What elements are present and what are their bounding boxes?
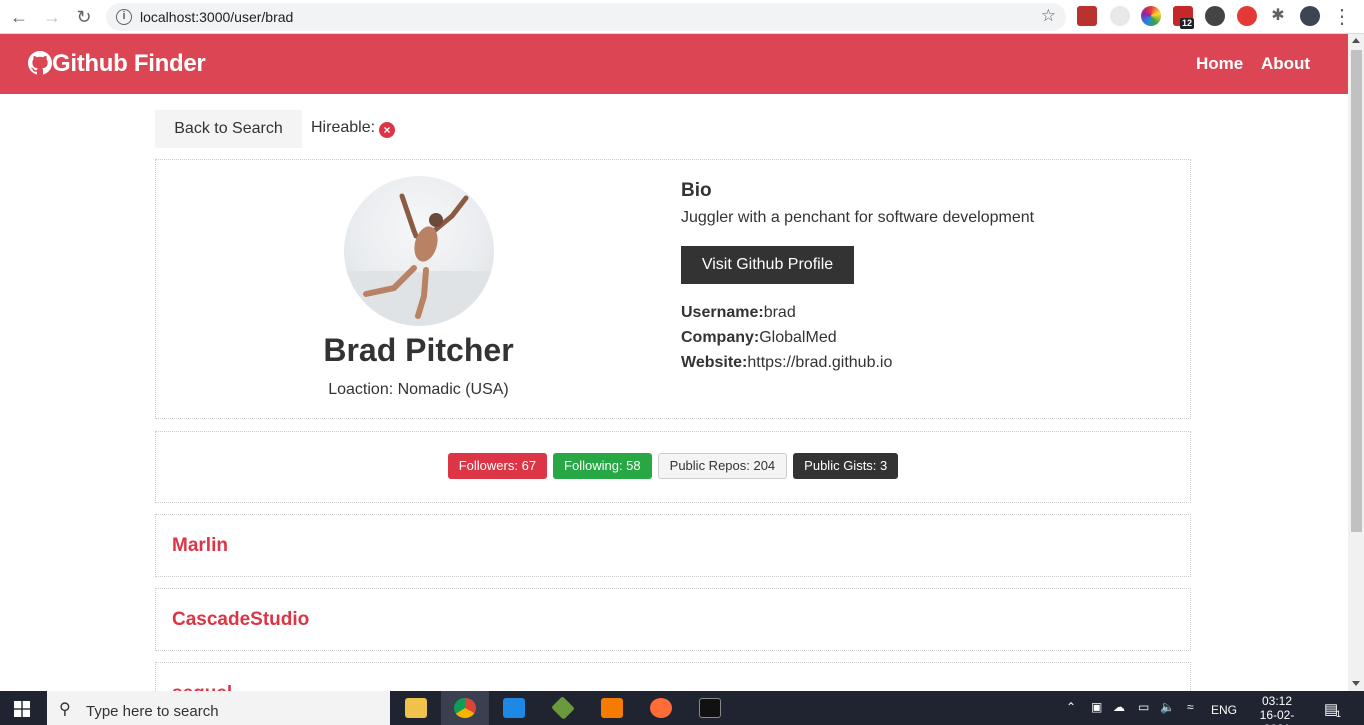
- username-label: Username:: [681, 304, 764, 321]
- windows-start-icon[interactable]: [14, 701, 30, 717]
- user-name: Brad Pitcher: [323, 332, 514, 368]
- taskbar-search-box[interactable]: ⚲ Type here to search: [47, 691, 390, 725]
- opera-extension-icon[interactable]: [1237, 6, 1257, 26]
- hireable-label: Hireable:: [311, 119, 376, 136]
- repo-card: CascadeStudio: [155, 588, 1191, 651]
- following-badge: Following: 58: [553, 453, 652, 479]
- public-gists-badge: Public Gists: 3: [793, 453, 899, 479]
- onedrive-cloud-icon[interactable]: ☁: [1113, 700, 1125, 714]
- reload-icon[interactable]: ↻: [72, 5, 96, 29]
- taskbar-clock[interactable]: 03:12 16-02-2021: [1247, 694, 1307, 725]
- nav-link-home[interactable]: Home: [1196, 54, 1243, 74]
- repo-card: Marlin: [155, 514, 1191, 577]
- company-label: Company:: [681, 329, 760, 346]
- chrome-app-icon[interactable]: [441, 691, 489, 725]
- website-row: Website:https://brad.github.io: [681, 354, 892, 372]
- scroll-down-arrow-icon[interactable]: [1352, 681, 1360, 686]
- device-icon[interactable]: ▣: [1091, 700, 1102, 714]
- more-menu-icon[interactable]: ⋮: [1330, 5, 1354, 29]
- wifi-icon[interactable]: ≈: [1187, 700, 1194, 714]
- visit-github-profile-button[interactable]: Visit Github Profile: [681, 246, 854, 284]
- terminal-app-icon[interactable]: [686, 691, 734, 725]
- scroll-up-arrow-icon[interactable]: [1352, 38, 1360, 43]
- profile-avatar[interactable]: [1300, 6, 1320, 26]
- company-row: Company:GlobalMed: [681, 329, 837, 347]
- bio-text: Juggler with a penchant for software dev…: [681, 209, 1035, 226]
- repo-link[interactable]: CascadeStudio: [172, 609, 309, 631]
- language-indicator[interactable]: ENG: [1211, 703, 1237, 717]
- clock-time: 03:12: [1261, 694, 1293, 708]
- xampp-app-icon[interactable]: [588, 691, 636, 725]
- vscode-app-icon[interactable]: [490, 691, 538, 725]
- username-value: brad: [763, 304, 796, 321]
- address-bar[interactable]: i localhost:3000/user/brad ☆: [106, 3, 1066, 31]
- bio-heading: Bio: [681, 180, 712, 201]
- repo-link[interactable]: Marlin: [172, 535, 228, 557]
- windows-taskbar: ⚲ Type here to search ⌃ ▣ ☁ ▭ 🔈 ≈ ENG 03…: [0, 691, 1364, 725]
- user-location: Loaction: Nomadic (USA): [328, 381, 509, 398]
- hireable-status: Hireable: ×: [311, 119, 396, 138]
- avatar: [344, 176, 494, 326]
- github-logo-icon: [28, 51, 52, 75]
- file-explorer-app-icon[interactable]: [392, 691, 440, 725]
- brand-title: Github Finder: [52, 50, 206, 77]
- info-icon[interactable]: i: [116, 9, 132, 25]
- username-row: Username:brad: [681, 304, 796, 322]
- notification-count: 1: [1336, 709, 1342, 719]
- clock-date: 16-02-2021: [1259, 708, 1295, 725]
- volume-icon[interactable]: 🔈: [1160, 700, 1175, 714]
- times-circle-icon: ×: [379, 122, 396, 138]
- nav-link-about[interactable]: About: [1261, 54, 1310, 74]
- followers-badge: Followers: 67: [447, 453, 548, 479]
- extension-icon[interactable]: [1110, 6, 1130, 26]
- postman-app-icon[interactable]: [637, 691, 685, 725]
- brand[interactable]: Github Finder: [28, 50, 206, 78]
- company-value: GlobalMed: [759, 329, 837, 346]
- stats-card: Followers: 67 Following: 58 Public Repos: …: [155, 431, 1191, 503]
- search-icon: ⚲: [59, 701, 71, 718]
- browser-toolbar: ← → ↻ i localhost:3000/user/brad ☆ 12 ✱ …: [0, 0, 1364, 34]
- show-hidden-icons-icon[interactable]: ⌃: [1066, 700, 1076, 714]
- extension-badge: 12: [1180, 18, 1195, 29]
- public-repos-badge: Public Repos: 204: [657, 453, 788, 479]
- app-navbar: Github Finder Home About: [0, 34, 1348, 94]
- taskbar-search-placeholder: Type here to search: [86, 703, 219, 720]
- bookmark-star-icon[interactable]: ☆: [1041, 6, 1056, 26]
- avatar-photo: [344, 193, 494, 326]
- scrollbar-thumb[interactable]: [1351, 50, 1362, 532]
- website-label: Website:: [681, 354, 748, 371]
- color-picker-extension-icon[interactable]: [1141, 6, 1161, 26]
- url-text[interactable]: localhost:3000/user/brad: [140, 9, 293, 25]
- battery-icon[interactable]: ▭: [1138, 700, 1149, 714]
- back-arrow-icon[interactable]: ←: [7, 5, 31, 29]
- profile-card: Brad Pitcher Loaction: Nomadic (USA) Bio…: [155, 159, 1191, 419]
- forward-arrow-icon[interactable]: →: [40, 5, 64, 29]
- incognito-extension-icon[interactable]: [1205, 6, 1225, 26]
- extension-icon[interactable]: [1077, 6, 1097, 26]
- back-to-search-button[interactable]: Back to Search: [155, 110, 302, 148]
- puzzle-extensions-icon[interactable]: ✱: [1268, 6, 1288, 26]
- website-value: https://brad.github.io: [747, 354, 893, 371]
- git-app-icon[interactable]: [539, 691, 587, 725]
